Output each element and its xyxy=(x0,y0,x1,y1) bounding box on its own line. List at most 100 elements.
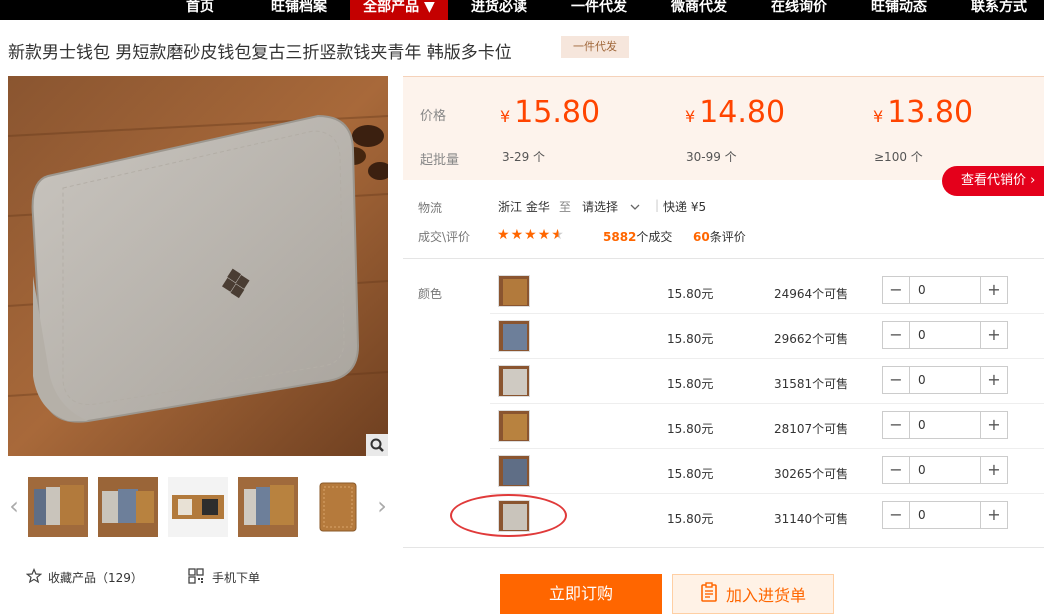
sku-row: 15.80元 30265个可售 − 0 + xyxy=(490,449,1044,494)
sku-price: 15.80元 xyxy=(667,377,714,391)
sku-stock: 28107个可售 xyxy=(774,422,849,436)
currency-symbol: ¥ xyxy=(500,107,511,126)
sku-row: 15.80元 24964个可售 − 0 + xyxy=(490,269,1044,314)
sku-row: 15.80元 31140个可售 − 0 + xyxy=(490,494,1044,539)
divider xyxy=(403,258,1044,259)
quantity-input[interactable]: 0 xyxy=(910,277,980,303)
favorite-label: 收藏产品（129） xyxy=(48,571,143,585)
nav-shop-profile[interactable]: 旺铺档案 xyxy=(258,0,340,20)
currency-symbol: ¥ xyxy=(873,107,884,126)
quantity-stepper: − 0 + xyxy=(882,501,1008,529)
wallet-photo xyxy=(8,76,388,456)
highlight-circle xyxy=(450,494,567,537)
quantity-stepper: − 0 + xyxy=(882,366,1008,394)
add-to-cart-button[interactable]: 加入进货单 xyxy=(672,574,834,614)
mobile-order-label: 手机下单 xyxy=(212,571,261,585)
see-dropship-price-button[interactable]: 查看代销价 › xyxy=(942,166,1044,196)
star-filled-icon: ★ xyxy=(497,227,511,243)
nav-dropship[interactable]: 一件代发 xyxy=(558,0,640,20)
minus-button[interactable]: − xyxy=(883,277,910,303)
add-to-cart-label: 加入进货单 xyxy=(725,586,806,605)
star-filled-icon: ★ xyxy=(524,227,538,243)
thumbnail-3[interactable] xyxy=(168,477,228,537)
sku-price: 15.80元 xyxy=(667,422,714,436)
sku-swatch[interactable] xyxy=(498,455,530,487)
mobile-order[interactable]: 手机下单 xyxy=(188,568,260,587)
nav-shop-news[interactable]: 旺铺动态 xyxy=(858,0,940,20)
thumb-next-icon[interactable]: › xyxy=(374,488,390,524)
plus-button[interactable]: + xyxy=(980,457,1007,483)
nav-home[interactable]: 首页 xyxy=(170,0,230,20)
review-count-suffix: 条评价 xyxy=(709,230,746,244)
thumbnail-4[interactable] xyxy=(238,477,298,537)
sku-swatch[interactable] xyxy=(498,365,530,397)
plus-button[interactable]: + xyxy=(980,412,1007,438)
express-fee: 快递 ¥5 xyxy=(663,200,707,214)
main-product-image[interactable] xyxy=(8,76,388,456)
clipboard-icon xyxy=(700,582,718,606)
see-dropship-price-label: 查看代销价 xyxy=(961,173,1027,188)
buy-now-button[interactable]: 立即订购 xyxy=(500,574,662,614)
minus-button[interactable]: − xyxy=(883,412,910,438)
deal-count-suffix: 个成交 xyxy=(636,230,673,244)
destination-select[interactable]: 请选择 xyxy=(582,198,640,215)
plus-button[interactable]: + xyxy=(980,502,1007,528)
sku-stock: 31581个可售 xyxy=(774,377,849,391)
quantity-stepper: − 0 + xyxy=(882,321,1008,349)
thumbnail-1[interactable] xyxy=(28,477,88,537)
logistics-origin: 浙江 金华 xyxy=(498,200,550,214)
sku-price: 15.80元 xyxy=(667,467,714,481)
destination-select-value: 请选择 xyxy=(582,200,619,214)
chevron-right-icon: › xyxy=(1030,173,1036,188)
product-title: 新款男士钱包 男短款磨砂皮钱包复古三折竖款钱夹青年 韩版多卡位 xyxy=(8,43,512,63)
star-filled-icon: ★ xyxy=(510,227,525,243)
review-count[interactable]: 60条评价 xyxy=(693,228,746,245)
star-outline-icon xyxy=(25,567,43,587)
minus-button[interactable]: − xyxy=(883,322,910,348)
sku-swatch[interactable] xyxy=(498,275,530,307)
nav-all-products[interactable]: 全部产品 ▼ xyxy=(350,0,448,20)
top-nav: 首页 旺铺档案 全部产品 ▼ 进货必读 一件代发 微商代发 在线询价 旺铺动态 … xyxy=(0,0,1044,20)
chevron-down-icon xyxy=(630,200,640,214)
nav-online-inquiry[interactable]: 在线询价 xyxy=(758,0,840,20)
thumbnail-5[interactable] xyxy=(308,477,368,537)
price-label: 价格 xyxy=(420,109,447,124)
price-tier-3: ¥13.80 xyxy=(873,95,973,130)
thumb-prev-icon[interactable]: ‹ xyxy=(6,488,22,524)
deals-label: 成交\评价 xyxy=(418,230,471,244)
divider xyxy=(403,547,1044,548)
zoom-icon[interactable] xyxy=(366,434,388,456)
nav-wechat-dropship[interactable]: 微商代发 xyxy=(658,0,740,20)
moq-label: 起批量 xyxy=(420,153,460,168)
favorite-product[interactable]: 收藏产品（129） xyxy=(25,567,143,587)
plus-button[interactable]: + xyxy=(980,277,1007,303)
range-tier-2: 30-99 个 xyxy=(686,150,737,164)
sku-row: 15.80元 29662个可售 − 0 + xyxy=(490,314,1044,359)
sku-price: 15.80元 xyxy=(667,287,714,301)
nav-contact[interactable]: 联系方式 xyxy=(958,0,1040,20)
quantity-input[interactable]: 0 xyxy=(910,412,980,438)
nav-purchase-guide[interactable]: 进货必读 xyxy=(458,0,540,20)
qr-code-icon xyxy=(188,568,204,587)
deal-count[interactable]: 5882个成交 xyxy=(603,228,672,245)
logistics-label: 物流 xyxy=(418,201,443,215)
sku-swatch[interactable] xyxy=(498,410,530,442)
minus-button[interactable]: − xyxy=(883,457,910,483)
quantity-stepper: − 0 + xyxy=(882,411,1008,439)
review-count-value: 60 xyxy=(693,230,710,244)
price-value: 13.80 xyxy=(887,95,974,130)
separator: | xyxy=(655,198,660,212)
thumbnail-2[interactable] xyxy=(98,477,158,537)
sku-swatch[interactable] xyxy=(498,320,530,352)
quantity-stepper: − 0 + xyxy=(882,276,1008,304)
quantity-input[interactable]: 0 xyxy=(910,322,980,348)
quantity-input[interactable]: 0 xyxy=(910,457,980,483)
price-tier-1: ¥15.80 xyxy=(500,95,600,130)
plus-button[interactable]: + xyxy=(980,367,1007,393)
quantity-input[interactable]: 0 xyxy=(910,502,980,528)
plus-button[interactable]: + xyxy=(980,322,1007,348)
minus-button[interactable]: − xyxy=(883,502,910,528)
minus-button[interactable]: − xyxy=(883,367,910,393)
quantity-input[interactable]: 0 xyxy=(910,367,980,393)
logistics-to: 至 xyxy=(559,200,572,214)
